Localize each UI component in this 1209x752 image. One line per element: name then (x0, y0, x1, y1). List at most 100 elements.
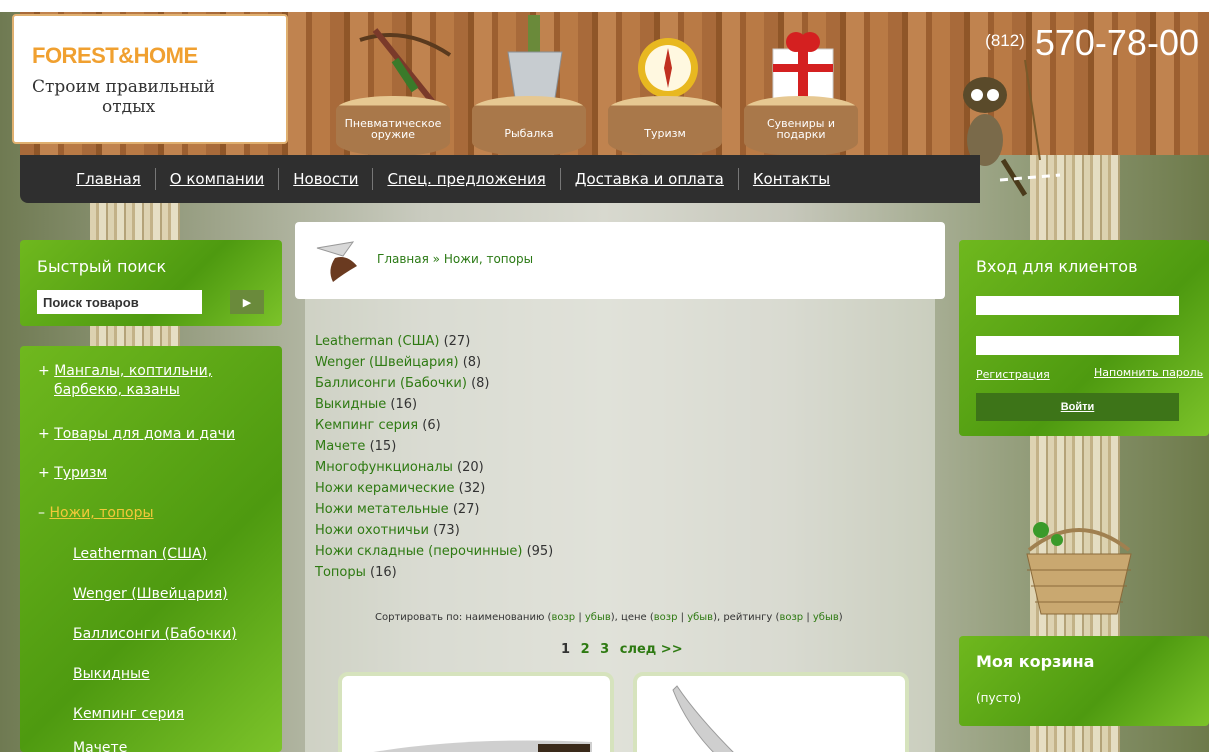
subcategory-link[interactable]: Leatherman (США) (315, 334, 439, 349)
subcategory-link[interactable]: Выкидные (315, 397, 386, 412)
sidebar-item-home-garden[interactable]: + Товары для дома и дачи (38, 426, 235, 442)
page-2-link[interactable]: 2 (581, 642, 590, 657)
list-item: Wenger (Швейцария) (8) (315, 355, 482, 370)
subcategory-link[interactable]: Wenger (Швейцария) (315, 355, 459, 370)
product-knife-image (373, 740, 592, 752)
category-fishing-link[interactable]: Рыбалка (472, 118, 586, 139)
product-knife-image (672, 685, 734, 752)
category-airguns-link[interactable]: Пневматическое оружие (345, 117, 442, 141)
sort-rating-desc[interactable]: убыв (813, 612, 839, 623)
category-tourism-link[interactable]: Туризм (608, 118, 722, 139)
page-current: 1 (561, 642, 571, 657)
sort-price-asc[interactable]: возр (654, 612, 678, 623)
sidebar-item-home-garden-link[interactable]: Товары для дома и дачи (54, 426, 235, 442)
register-link[interactable]: Регистрация (976, 368, 1050, 381)
category-tourism[interactable]: Туризм (608, 96, 722, 156)
sidebar-sub-balisong-link[interactable]: Баллисонги (Бабочки) (73, 626, 237, 642)
category-fishing[interactable]: Рыбалка (472, 96, 586, 156)
nav-home[interactable]: Главная (62, 170, 155, 188)
breadcrumb-separator: » (432, 252, 441, 266)
sidebar-sub-wenger-link[interactable]: Wenger (Швейцария) (73, 586, 228, 602)
list-item: Кемпинг серия (6) (315, 418, 441, 433)
sidebar-item-tourism[interactable]: + Туризм (38, 465, 107, 481)
knife-icon (316, 241, 357, 282)
nav-delivery[interactable]: Доставка и оплата (561, 170, 738, 188)
breadcrumb: Главная » Ножи, топоры (295, 222, 945, 299)
subcategory-list: Leatherman (США) (27) Wenger (Швейцария)… (315, 331, 553, 583)
product-card[interactable] (633, 672, 909, 752)
search-button[interactable]: ▶ (230, 290, 264, 314)
sort-rating-asc[interactable]: возр (779, 612, 803, 623)
cart-title: Моя корзина (976, 652, 1095, 671)
nav-contacts[interactable]: Контакты (739, 170, 844, 188)
bucket-icon (507, 15, 563, 99)
breadcrumb-current[interactable]: Ножи, топоры (444, 252, 533, 266)
sidebar-item-knives[interactable]: – Ножи, топоры (38, 505, 154, 521)
subcategory-link[interactable]: Ножи складные (перочинные) (315, 544, 522, 559)
sidebar-item-tourism-link[interactable]: Туризм (54, 465, 107, 481)
remind-password-link[interactable]: Напомнить пароль (1094, 366, 1203, 379)
logo-title: FOREST&HOME (32, 43, 198, 68)
basket-icon (1026, 522, 1132, 615)
cart-status: (пусто) (976, 691, 1022, 705)
sidebar-sub-camping[interactable]: Кемпинг серия (73, 706, 184, 722)
sidebar-sub-balisong[interactable]: Баллисонги (Бабочки) (73, 626, 237, 642)
sidebar-sub-wenger[interactable]: Wenger (Швейцария) (73, 586, 228, 602)
list-item: Ножи метательные (27) (315, 502, 480, 517)
password-field[interactable] (976, 336, 1179, 355)
sidebar-sub-leatherman[interactable]: Leatherman (США) (73, 546, 207, 562)
subcategory-link[interactable]: Многофункционалы (315, 460, 453, 475)
subcategory-link[interactable]: Баллисонги (Бабочки) (315, 376, 467, 391)
sidebar-sub-camping-link[interactable]: Кемпинг серия (73, 706, 184, 722)
subcategory-link[interactable]: Ножи керамические (315, 481, 454, 496)
category-airguns[interactable]: Пневматическое оружие (336, 96, 450, 156)
list-item: Ножи керамические (32) (315, 481, 486, 496)
cart-panel (959, 636, 1209, 726)
subcategory-link[interactable]: Ножи охотничьи (315, 523, 429, 538)
list-item: Мачете (15) (315, 439, 397, 454)
search-input[interactable] (37, 290, 202, 314)
list-item: Ножи охотничьи (73) (315, 523, 460, 538)
sidebar-sub-machete[interactable]: Мачете (73, 740, 127, 752)
pagination: 1 2 3 след >> (561, 642, 683, 657)
sidebar-sub-switchblade-link[interactable]: Выкидные (73, 666, 150, 682)
sort-price-desc[interactable]: убыв (687, 612, 713, 623)
nav-specials[interactable]: Спец. предложения (373, 170, 559, 188)
category-souvenirs[interactable]: Сувениры и подарки (744, 96, 858, 156)
nav-news[interactable]: Новости (279, 170, 372, 188)
sidebar-item-knives-link[interactable]: Ножи, топоры (49, 505, 153, 521)
sort-controls: Сортировать по: наименованию (возр | убы… (375, 612, 843, 623)
sidebar-sub-switchblade[interactable]: Выкидные (73, 666, 150, 682)
page-next-link[interactable]: след >> (620, 642, 683, 657)
sort-name-desc[interactable]: убыв (585, 612, 611, 623)
product-card[interactable] (338, 672, 614, 752)
nav-about[interactable]: О компании (156, 170, 278, 188)
sort-name-asc[interactable]: возр (551, 612, 575, 623)
login-button[interactable]: Войти (976, 393, 1179, 421)
sidebar-item-grills[interactable]: + Мангалы, коптильни, барбекю, казаны (38, 362, 212, 400)
sidebar-sub-machete-link[interactable]: Мачете (73, 740, 127, 752)
breadcrumb-home[interactable]: Главная (377, 252, 429, 266)
subcategory-link[interactable]: Кемпинг серия (315, 418, 418, 433)
list-item: Ножи складные (перочинные) (95) (315, 544, 554, 559)
subcategory-link[interactable]: Ножи метательные (315, 502, 449, 517)
list-item: Выкидные (16) (315, 397, 418, 412)
logo-slogan: Строим правильный отдых (32, 77, 215, 117)
sidebar-sub-leatherman-link[interactable]: Leatherman (США) (73, 546, 207, 562)
list-item: Топоры (16) (315, 565, 397, 580)
quick-search-title: Быстрый поиск (37, 257, 167, 276)
site-logo[interactable]: FOREST&HOME Строим правильный отдых (12, 14, 288, 144)
main-nav: Главная О компании Новости Спец. предлож… (20, 155, 980, 203)
site-header: FOREST&HOME Строим правильный отдых Пневм… (0, 0, 1209, 205)
list-item: Leatherman (США) (27) (315, 334, 471, 349)
compass-icon (638, 38, 698, 98)
list-item: Баллисонги (Бабочки) (8) (315, 376, 490, 391)
subcategory-link[interactable]: Мачете (315, 439, 365, 454)
category-souvenirs-link[interactable]: Сувениры и подарки (767, 117, 835, 141)
login-field[interactable] (976, 296, 1179, 315)
sidebar-item-grills-link[interactable]: Мангалы, коптильни, барбекю, казаны (38, 363, 212, 398)
login-title: Вход для клиентов (976, 257, 1138, 276)
subcategory-link[interactable]: Топоры (315, 565, 366, 580)
top-strip (0, 0, 1209, 12)
page-3-link[interactable]: 3 (600, 642, 609, 657)
